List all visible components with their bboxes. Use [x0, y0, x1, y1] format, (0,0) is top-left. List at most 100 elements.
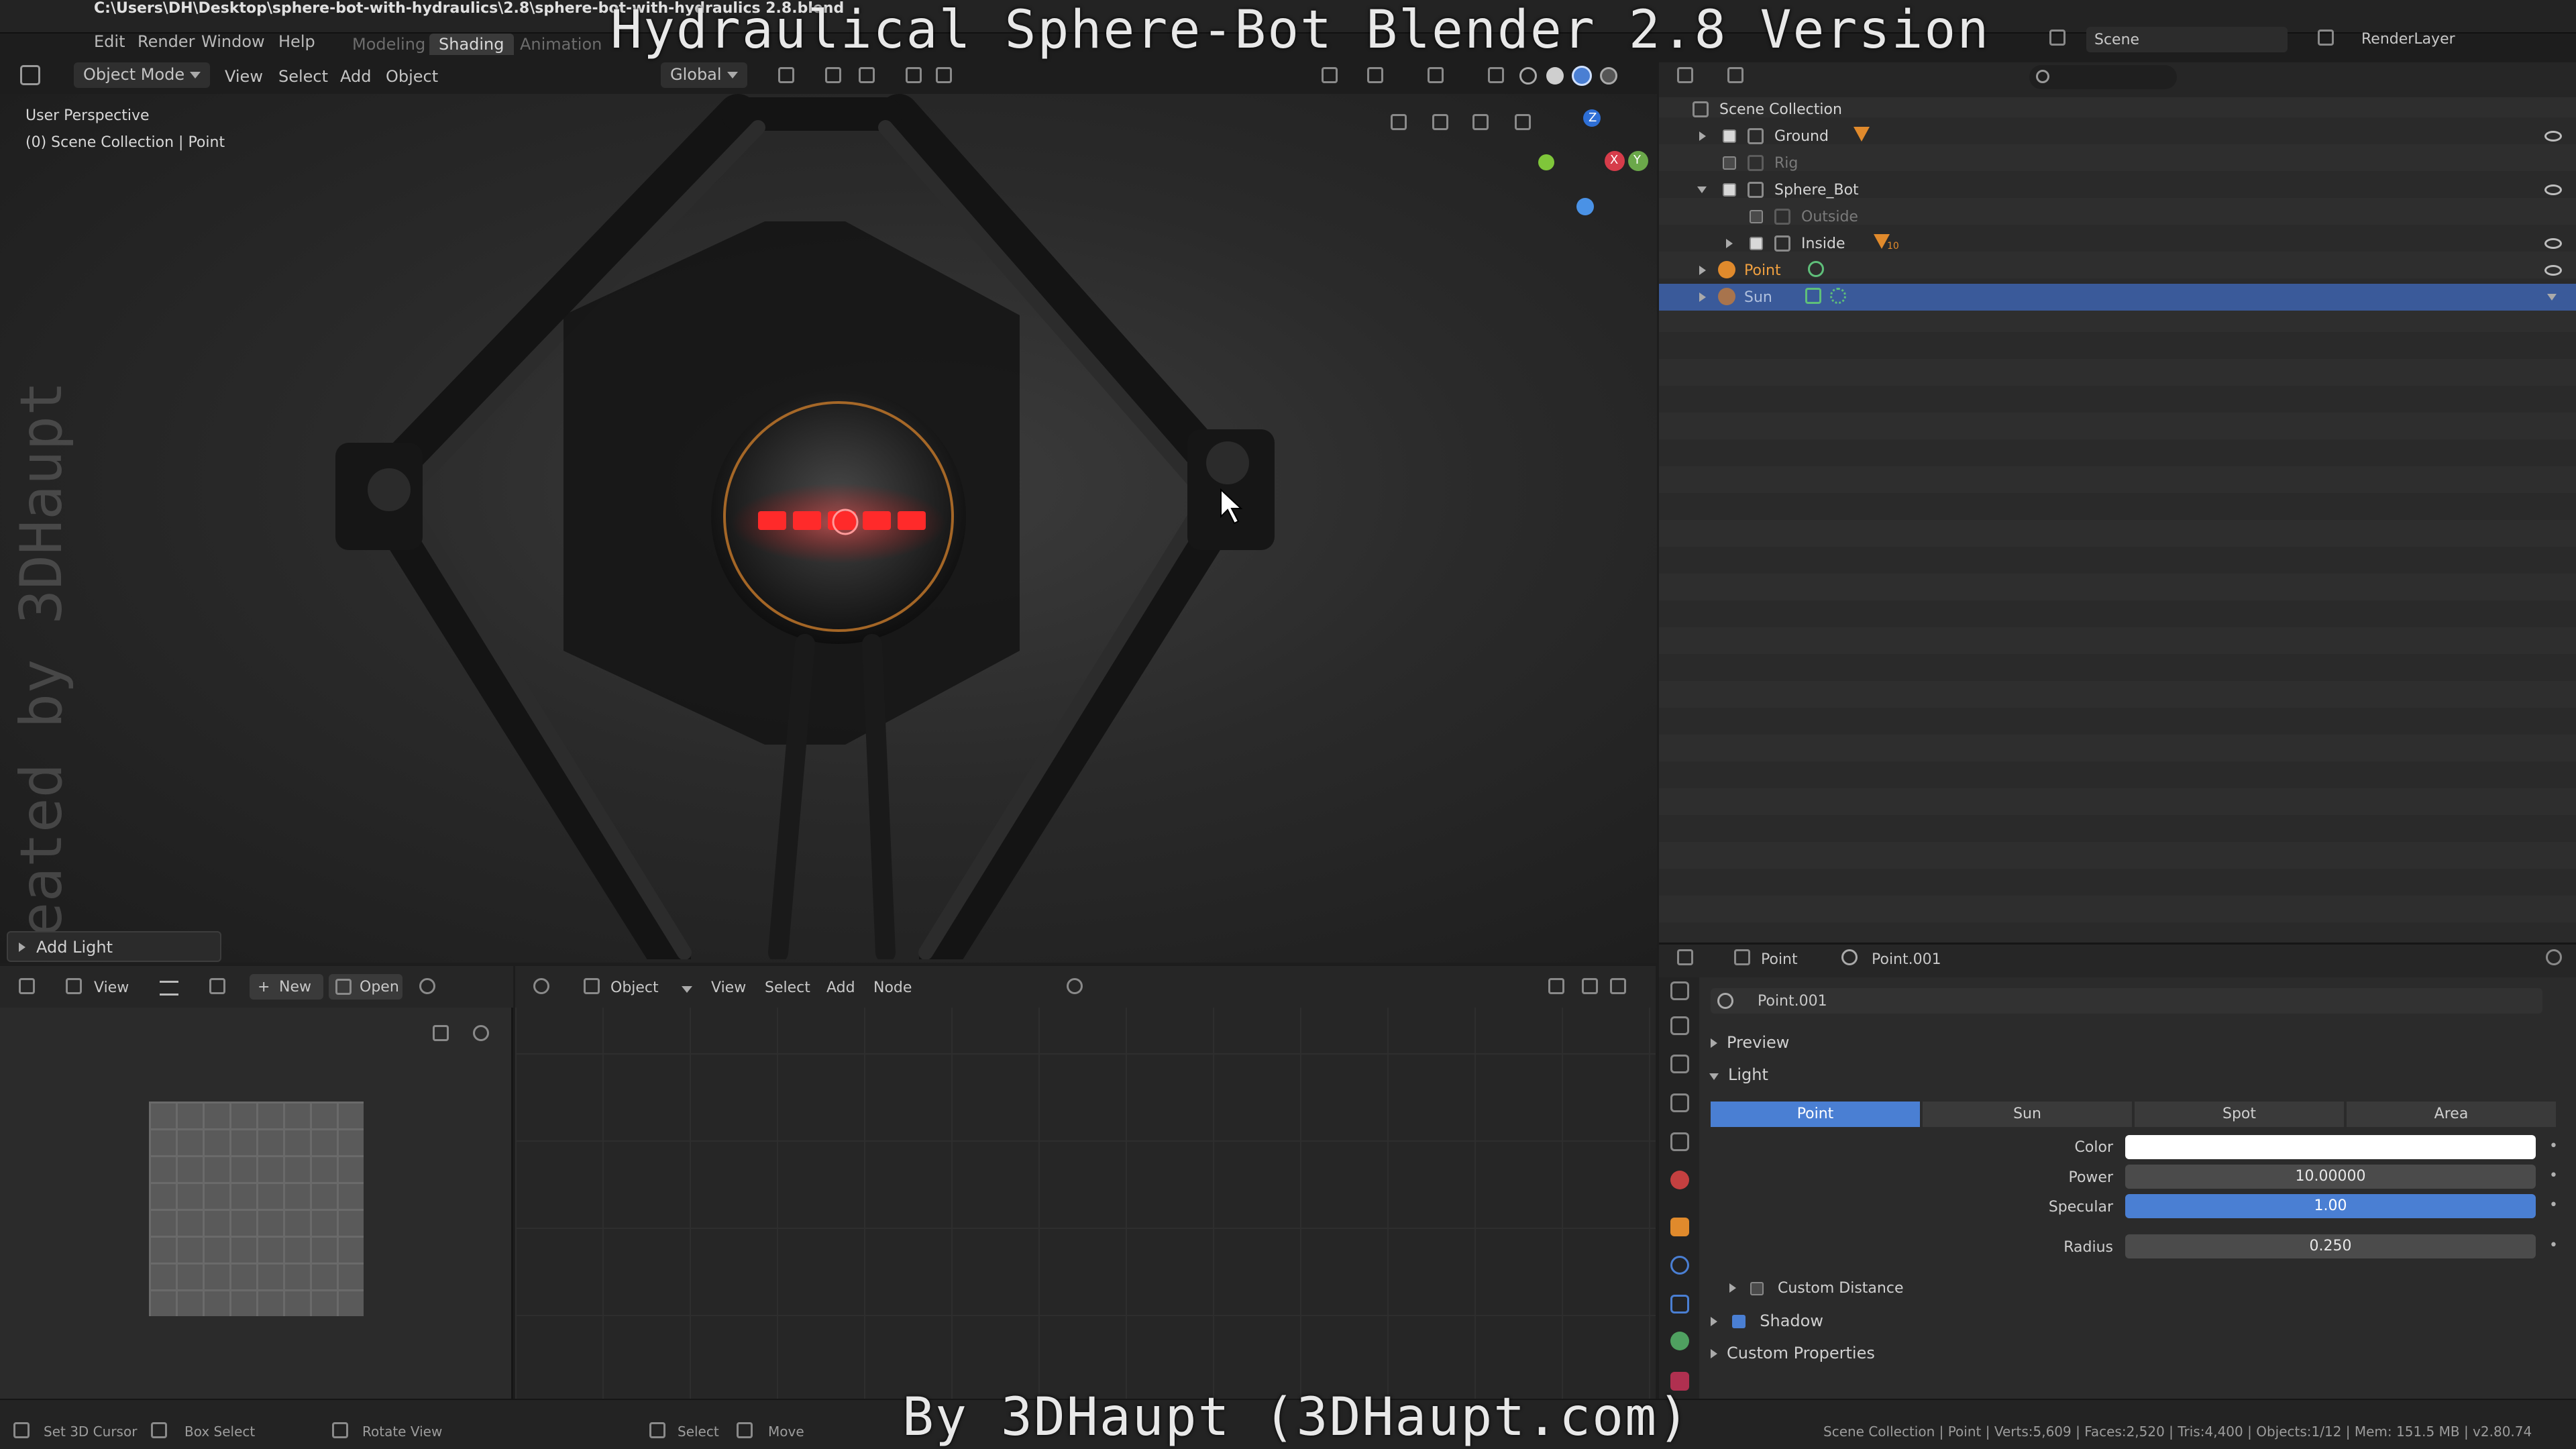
scene-tab-icon[interactable] [1670, 1132, 1689, 1151]
solid-shading-icon[interactable] [1546, 67, 1564, 85]
viewport-menu-add[interactable]: Add [340, 67, 371, 86]
menu-window[interactable]: Window [201, 32, 265, 51]
editor-type-icon[interactable] [20, 65, 40, 85]
object-tab-icon[interactable] [1670, 1218, 1689, 1236]
image-menu-view[interactable]: View [94, 979, 129, 996]
render-tab-icon[interactable] [1670, 1016, 1689, 1035]
visibility-icon[interactable] [1322, 67, 1338, 83]
pin-icon[interactable] [2546, 949, 2562, 965]
keyframe-dot[interactable]: • [2549, 1167, 2558, 1184]
shadow-panel-header[interactable]: Shadow [1711, 1311, 1823, 1330]
shader-type-icon[interactable] [533, 978, 549, 994]
expand-arrow-icon[interactable] [1726, 239, 1733, 248]
open-image-button[interactable]: Open [329, 974, 402, 1000]
zoom-icon[interactable] [1515, 114, 1531, 130]
light-data-tab-icon[interactable] [1670, 1332, 1689, 1350]
falloff-icon[interactable] [936, 67, 952, 83]
custom-distance-checkbox[interactable] [1750, 1282, 1764, 1295]
menu-help[interactable]: Help [278, 32, 315, 51]
object-icon[interactable] [584, 978, 600, 994]
node-menu-add[interactable]: Add [826, 979, 855, 996]
exclude-checkbox[interactable] [1723, 183, 1736, 197]
physics-tab-icon[interactable] [1670, 1256, 1689, 1275]
light-type-spot[interactable]: Spot [2135, 1102, 2344, 1127]
outliner-row-outside[interactable]: Outside [1659, 203, 2576, 230]
pin-icon[interactable] [1067, 978, 1083, 994]
collapse-arrow-icon[interactable] [1697, 186, 1707, 193]
editor-type-icon[interactable] [1677, 949, 1693, 965]
camera-view-icon[interactable] [1432, 114, 1448, 130]
node-object-selector[interactable]: Object [610, 979, 659, 996]
outliner-row-rig[interactable]: Rig [1659, 150, 2576, 176]
tab-animation[interactable]: Animation [520, 35, 602, 54]
custom-distance-subpanel[interactable]: Custom Distance [1729, 1280, 1903, 1297]
color-field[interactable] [2125, 1135, 2536, 1159]
pan-hand-icon[interactable] [433, 1025, 449, 1041]
pivot-icon[interactable] [778, 67, 794, 83]
visibility-eye-icon[interactable] [2544, 131, 2562, 142]
shadow-checkbox[interactable] [1731, 1315, 1746, 1328]
rendered-shading-icon[interactable] [1600, 67, 1617, 85]
light-type-sun[interactable]: Sun [1923, 1102, 2132, 1127]
editor-type-icon[interactable] [19, 978, 35, 994]
grid-toggle-icon[interactable] [1391, 114, 1407, 130]
expand-arrow-icon[interactable] [1699, 266, 1706, 275]
keyframe-dot[interactable]: • [2549, 1197, 2558, 1214]
view-mode-icon[interactable] [66, 978, 82, 994]
outliner-row-scene-collection[interactable]: Scene Collection [1659, 96, 2576, 123]
outliner-row-sun[interactable]: Sun [1659, 284, 2576, 311]
viewport-menu-object[interactable]: Object [386, 67, 438, 86]
outliner-row-sphere-bot[interactable]: Sphere_Bot [1659, 176, 2576, 203]
tab-shading[interactable]: Shading [429, 34, 514, 55]
gizmo-neg-y-axis[interactable] [1538, 154, 1554, 170]
snap-icon[interactable] [825, 67, 841, 83]
tool-tab-icon[interactable] [1670, 981, 1689, 1000]
viewport-menu-select[interactable]: Select [278, 67, 328, 86]
visibility-eye-icon[interactable] [2544, 265, 2562, 276]
add-light-operator-panel[interactable]: Add Light [7, 931, 221, 962]
exclude-checkbox[interactable] [1723, 129, 1736, 143]
custom-properties-panel-header[interactable]: Custom Properties [1711, 1344, 1875, 1362]
mode-selector[interactable]: Object Mode [74, 62, 211, 88]
light-datablock-selector[interactable]: Point.001 [1711, 988, 2542, 1014]
parent-node-icon[interactable] [1548, 978, 1564, 994]
light-panel-header[interactable]: Light [1709, 1065, 1768, 1084]
exclude-checkbox[interactable] [1723, 156, 1736, 170]
radius-field[interactable]: 0.250 [2125, 1234, 2536, 1258]
zoom-icon[interactable] [473, 1025, 489, 1041]
exclude-checkbox[interactable] [1750, 210, 1763, 223]
editor-type-icon[interactable] [1677, 67, 1693, 83]
keyframe-dot[interactable]: • [2549, 1138, 2558, 1155]
view-layer-tab-icon[interactable] [1670, 1093, 1689, 1112]
outliner-search-input[interactable] [2029, 65, 2177, 89]
wireframe-shading-icon[interactable] [1519, 67, 1537, 85]
visibility-eye-icon[interactable] [2544, 238, 2562, 249]
constraints-tab-icon[interactable] [1670, 1295, 1689, 1313]
image-type-icon[interactable] [209, 978, 225, 994]
navigation-gizmo[interactable]: Z X Y [1529, 104, 1650, 225]
node-menu-select[interactable]: Select [765, 979, 810, 996]
material-shading-icon[interactable] [1572, 66, 1592, 86]
chevron-down-icon[interactable] [2547, 294, 2557, 301]
light-type-area[interactable]: Area [2347, 1102, 2556, 1127]
outliner-row-inside[interactable]: Inside 10 [1659, 230, 2576, 257]
proportional-edit-icon[interactable] [906, 67, 922, 83]
gizmo-neg-z-axis[interactable] [1576, 198, 1594, 215]
display-mode-icon[interactable] [1727, 67, 1743, 83]
overlay-icon[interactable] [1428, 67, 1444, 83]
keyframe-dot[interactable]: • [2549, 1237, 2558, 1254]
expand-arrow-icon[interactable] [1699, 131, 1706, 141]
output-tab-icon[interactable] [1670, 1055, 1689, 1073]
node-menu-view[interactable]: View [711, 979, 746, 996]
xray-icon[interactable] [1488, 67, 1504, 83]
tab-modeling[interactable]: Modeling [352, 35, 425, 54]
pan-hand-icon[interactable] [1472, 114, 1489, 130]
new-image-button[interactable]: + New [250, 974, 323, 1000]
chevron-down-icon[interactable] [682, 986, 692, 993]
preview-panel-header[interactable]: Preview [1711, 1033, 1789, 1052]
light-type-point[interactable]: Point [1711, 1102, 1920, 1127]
gizmo-icon[interactable] [1367, 67, 1383, 83]
power-field[interactable]: 10.00000 [2125, 1165, 2536, 1189]
outliner-row-ground[interactable]: Ground [1659, 123, 2576, 150]
specular-field[interactable]: 1.00 [2125, 1194, 2536, 1218]
